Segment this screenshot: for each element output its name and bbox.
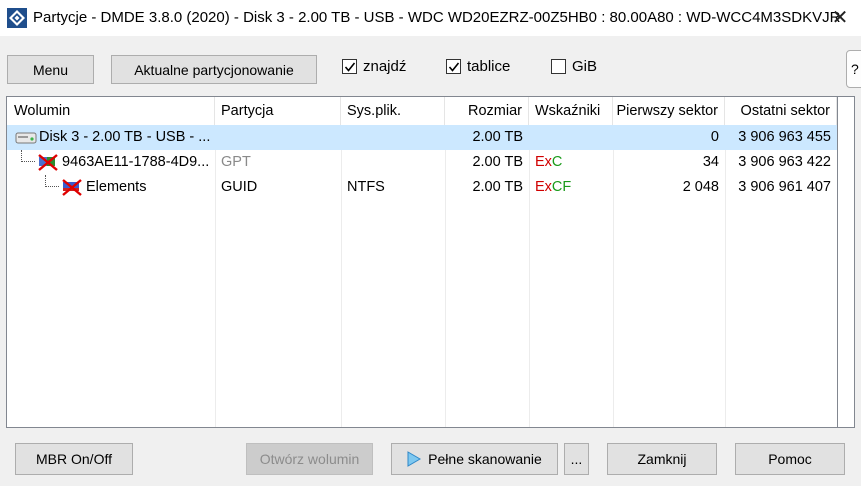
full-scan-button[interactable]: Pełne skanowanie [391,443,558,475]
tables-checkbox[interactable]: tablice [446,58,510,75]
row-partition [221,125,341,150]
table-header: Wolumin Partycja Sys.plik. Rozmiar Wskaź… [7,97,837,125]
table-row[interactable]: Elements GUID NTFS 2.00 TB ExCF 2 048 3 … [7,175,837,200]
more-options-button[interactable]: ... [564,443,589,475]
tables-checkbox-box[interactable] [446,59,461,74]
tables-checkbox-label: tablice [467,58,511,75]
full-scan-label: Pełne skanowanie [428,451,542,467]
help-button[interactable]: Pomoc [735,443,845,475]
row-last-sector: 3 906 961 407 [738,179,831,195]
row-last-sector: 3 906 963 455 [738,129,831,145]
table-side-strip [838,96,855,428]
close-icon[interactable]: ✕ [825,6,855,30]
table-row[interactable]: 9463AE11-1788-4D9... GPT 2.00 TB ExC 34 … [7,150,837,175]
find-checkbox-box[interactable] [342,59,357,74]
row-first-sector: 0 [710,129,719,145]
title-bar: Partycje - DMDE 3.8.0 (2020) - Disk 3 - … [0,0,861,36]
row-filesystem: NTFS [347,179,385,195]
open-volume-button[interactable]: Otwórz wolumin [246,443,373,475]
row-filesystem [347,125,445,150]
gib-checkbox[interactable]: GiB [551,58,597,75]
find-checkbox[interactable]: znajdź [342,58,406,75]
gib-checkbox-label: GiB [572,58,598,75]
row-size: 2.00 TB [472,154,523,170]
disk-drive-icon [15,132,37,144]
gib-checkbox-box[interactable] [551,59,566,74]
row-size: 2.00 TB [472,179,523,195]
column-header-last-sector[interactable]: Ostatni sektor [725,97,837,125]
volume-icon [62,179,82,196]
find-checkbox-label: znajdź [363,58,407,75]
current-partitioning-button[interactable]: Aktualne partycjonowanie [111,55,317,84]
row-last-sector: 3 906 963 422 [738,154,831,170]
edge-button[interactable]: ? [846,50,861,88]
table-row[interactable]: Disk 3 - 2.00 TB - USB - ... 2.00 TB 0 3… [7,125,837,150]
play-icon [407,451,422,467]
column-header-partition[interactable]: Partycja [215,97,341,125]
close-button[interactable]: Zamknij [607,443,717,475]
row-flags [535,125,613,150]
column-header-first-sector[interactable]: Pierwszy sektor [613,97,725,125]
checkmark-icon [344,62,355,72]
row-partition: GUID [221,179,258,195]
row-size: 2.00 TB [472,129,523,145]
window-title: Partycje - DMDE 3.8.0 (2020) - Disk 3 - … [33,9,841,26]
row-partition: GPT [221,154,251,170]
row-volume: Disk 3 - 2.00 TB - USB - ... [39,129,211,145]
row-filesystem [347,150,445,175]
row-volume: 9463AE11-1788-4D9... [62,154,210,170]
partition-table-icon [38,154,58,171]
checkmark-icon [448,62,459,72]
column-header-filesystem[interactable]: Sys.plik. [341,97,445,125]
row-first-sector: 2 048 [682,179,719,195]
column-header-flags[interactable]: Wskaźniki [529,97,613,125]
column-header-volume[interactable]: Wolumin [7,97,215,125]
partitions-table[interactable]: Wolumin Partycja Sys.plik. Rozmiar Wskaź… [6,96,838,428]
row-volume: Elements [86,179,147,195]
column-header-size[interactable]: Rozmiar [445,97,529,125]
dmde-app-icon [7,8,27,28]
row-flags: ExCF [535,179,572,195]
menu-button[interactable]: Menu [7,55,94,84]
row-first-sector: 34 [702,154,719,170]
row-flags: ExC [535,154,563,170]
mbr-toggle-button[interactable]: MBR On/Off [15,443,133,475]
